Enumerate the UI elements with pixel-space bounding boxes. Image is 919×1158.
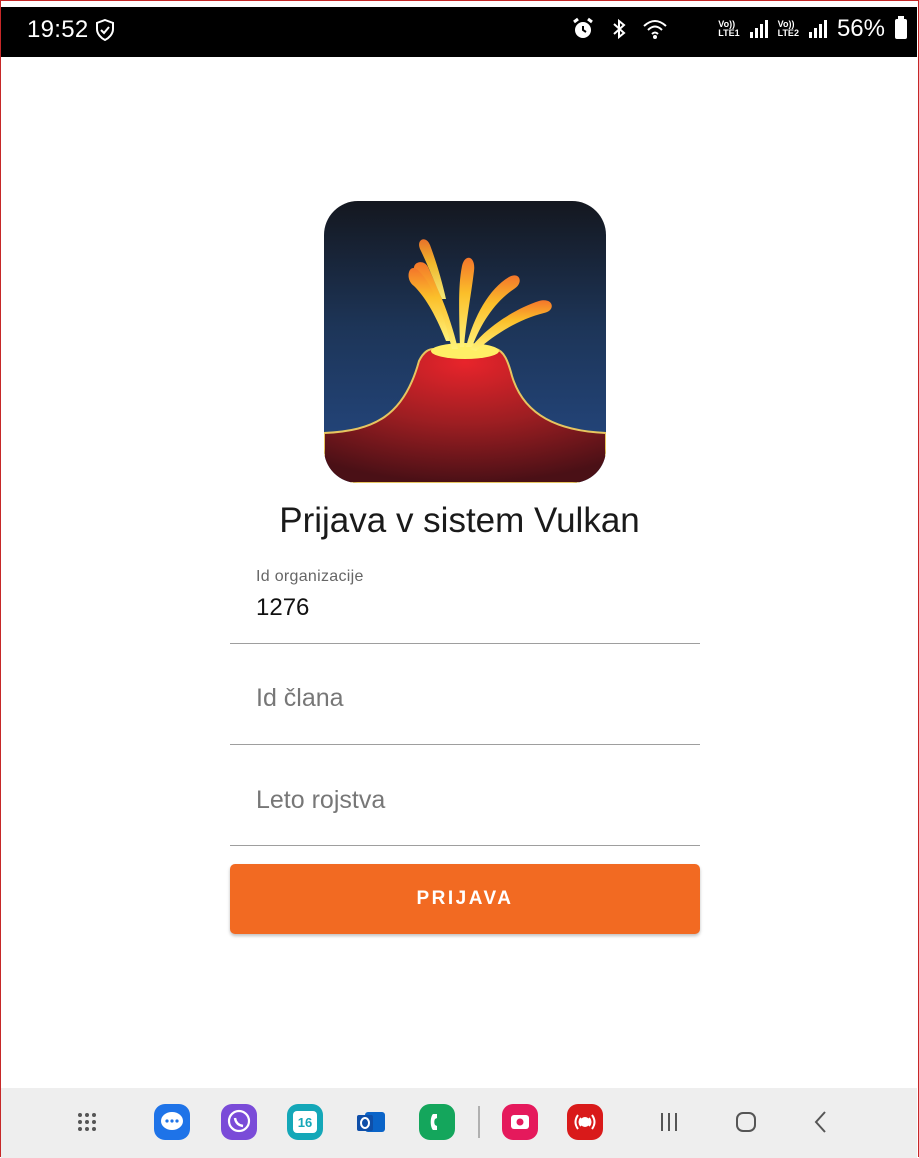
sim1-lte-text: LTE1: [718, 28, 740, 38]
org-id-field[interactable]: Id organizacije 1276: [230, 568, 700, 644]
alarm-icon: [573, 17, 594, 38]
signal-bars-1-icon: [749, 20, 768, 38]
battery-percent: 56%: [836, 15, 885, 42]
signal-bars-2-icon: [808, 20, 827, 38]
member-id-underline: [230, 744, 700, 745]
member-id-field[interactable]: Id člana: [230, 660, 700, 745]
status-right: Vo)) LTE1 Vo)) LTE2 56%: [570, 15, 907, 43]
volte-lte1-signal-icon: Vo)) LTE1: [718, 20, 739, 38]
emergency-alerts-icon[interactable]: [567, 1104, 603, 1140]
back-icon[interactable]: [801, 1102, 841, 1142]
dock-divider: [478, 1106, 480, 1138]
phone-icon[interactable]: [419, 1104, 455, 1140]
viber-icon[interactable]: [221, 1104, 257, 1140]
shield-check-icon: [96, 19, 114, 41]
status-time: 19:52: [27, 16, 89, 43]
page-title: Prijava v sistem Vulkan: [279, 501, 640, 540]
birth-year-underline: [230, 845, 700, 846]
screen-recorder-icon[interactable]: [502, 1104, 538, 1140]
sim2-lte-text: LTE2: [777, 28, 799, 38]
wifi-icon: [643, 20, 667, 39]
org-id-label: Id organizacije: [256, 568, 364, 585]
bluetooth-icon: [613, 18, 626, 40]
app-drawer-icon[interactable]: [67, 1102, 107, 1142]
calendar-icon[interactable]: 16: [287, 1104, 323, 1140]
outlook-icon[interactable]: [353, 1104, 389, 1140]
volcano-logo: [324, 201, 606, 483]
home-icon[interactable]: [726, 1102, 766, 1142]
navigation-bar: 16: [1, 1088, 917, 1158]
calendar-day: 16: [293, 1111, 317, 1133]
org-id-value[interactable]: 1276: [256, 594, 309, 622]
member-id-placeholder[interactable]: Id člana: [256, 684, 344, 713]
recents-icon[interactable]: [649, 1102, 689, 1142]
volte-lte2-signal-icon: Vo)) LTE2: [778, 20, 799, 38]
messages-icon[interactable]: [154, 1104, 190, 1140]
status-bar: 19:52 Vo)) LTE1 Vo)) LTE2 56%: [1, 7, 917, 57]
org-id-underline: [230, 643, 700, 644]
birth-year-placeholder[interactable]: Leto rojstva: [256, 786, 385, 815]
birth-year-field[interactable]: Leto rojstva: [230, 762, 700, 846]
battery-icon: [895, 16, 907, 39]
login-button[interactable]: PRIJAVA: [230, 864, 700, 934]
